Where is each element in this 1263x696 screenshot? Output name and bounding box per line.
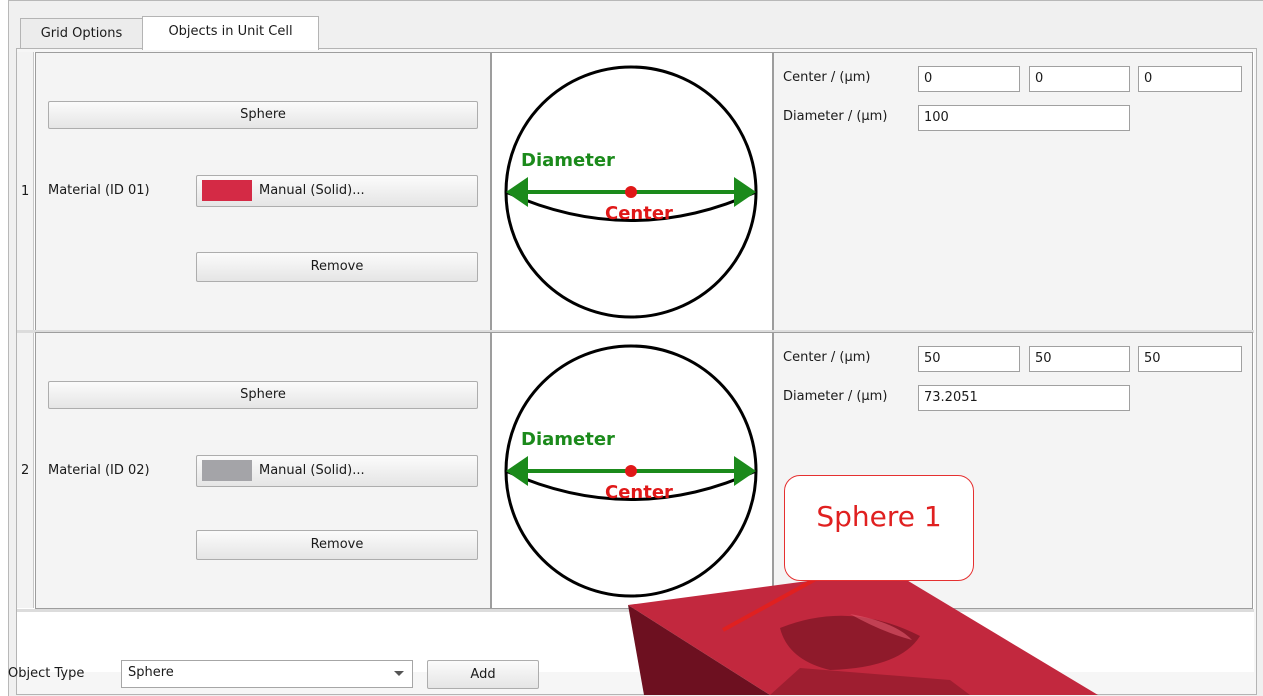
sphere-callout: Sphere 1 <box>784 475 974 581</box>
material-button[interactable]: Manual (Solid)... <box>196 455 478 487</box>
center-label: Center / (µm) <box>783 350 871 365</box>
diameter-input[interactable]: 100 <box>918 105 1130 131</box>
row-number: 2 <box>21 463 30 478</box>
center-z-input[interactable]: 50 <box>1138 346 1242 372</box>
material-color-swatch <box>202 180 252 201</box>
center-y-input[interactable]: 50 <box>1029 346 1130 372</box>
tab-grid-options[interactable]: Grid Options <box>20 18 143 49</box>
remove-button[interactable]: Remove <box>196 530 478 560</box>
shape-button[interactable]: Sphere <box>48 101 478 129</box>
object-type-dropdown[interactable]: Sphere <box>121 660 413 688</box>
center-y-input[interactable]: 0 <box>1029 66 1130 92</box>
sphere-diagram: Diameter Center <box>504 65 758 319</box>
object-controls-cell: Sphere Material (ID 02) Manual (Solid)..… <box>35 332 491 609</box>
object-parameters-cell: Center / (µm) 0 0 0 Diameter / (µm) 100 <box>773 52 1253 331</box>
material-label: Material (ID 02) <box>48 463 150 478</box>
row-header-2: 2 <box>17 333 34 608</box>
tab-objects-in-unit-cell[interactable]: Objects in Unit Cell <box>142 16 319 50</box>
diameter-label: Diameter / (µm) <box>783 389 888 404</box>
center-x-input[interactable]: 0 <box>918 66 1020 92</box>
center-dot <box>625 465 637 477</box>
sphere-diagram-cell: Diameter Center <box>491 52 773 331</box>
center-text: Center <box>605 482 673 503</box>
material-button-label: Manual (Solid)... <box>259 463 365 478</box>
chevron-down-icon <box>394 671 404 676</box>
diameter-text: Diameter <box>521 150 615 171</box>
diameter-text: Diameter <box>521 429 615 450</box>
diameter-input[interactable]: 73.2051 <box>918 385 1130 411</box>
add-button[interactable]: Add <box>427 660 539 689</box>
diameter-arrow-right <box>734 177 756 207</box>
center-text: Center <box>605 203 673 224</box>
shape-button[interactable]: Sphere <box>48 381 478 409</box>
row-header-1: 1 <box>17 52 34 330</box>
material-color-swatch <box>202 460 252 481</box>
diameter-arrow-right <box>734 456 756 486</box>
center-label: Center / (µm) <box>783 70 871 85</box>
diameter-arrow-left <box>506 177 528 207</box>
object-type-label: Object Type <box>8 666 85 681</box>
diameter-arrow-left <box>506 456 528 486</box>
material-button[interactable]: Manual (Solid)... <box>196 175 478 207</box>
center-z-input[interactable]: 0 <box>1138 66 1242 92</box>
material-label: Material (ID 01) <box>48 183 150 198</box>
center-dot <box>625 186 637 198</box>
center-x-input[interactable]: 50 <box>918 346 1020 372</box>
object-type-value: Sphere <box>128 665 174 680</box>
diameter-label: Diameter / (µm) <box>783 109 888 124</box>
material-button-label: Manual (Solid)... <box>259 183 365 198</box>
remove-button[interactable]: Remove <box>196 252 478 282</box>
object-controls-cell: Sphere Material (ID 01) Manual (Solid)..… <box>35 52 491 331</box>
row-number: 1 <box>21 184 30 199</box>
